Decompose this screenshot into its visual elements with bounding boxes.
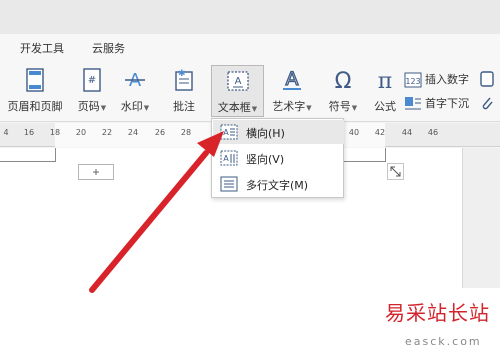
site-watermark: 易采站长站 easck.com [381,288,500,359]
watermark-url-text: easck.com [405,335,482,348]
watermark-logo-text: 易采站长站 [385,301,490,325]
